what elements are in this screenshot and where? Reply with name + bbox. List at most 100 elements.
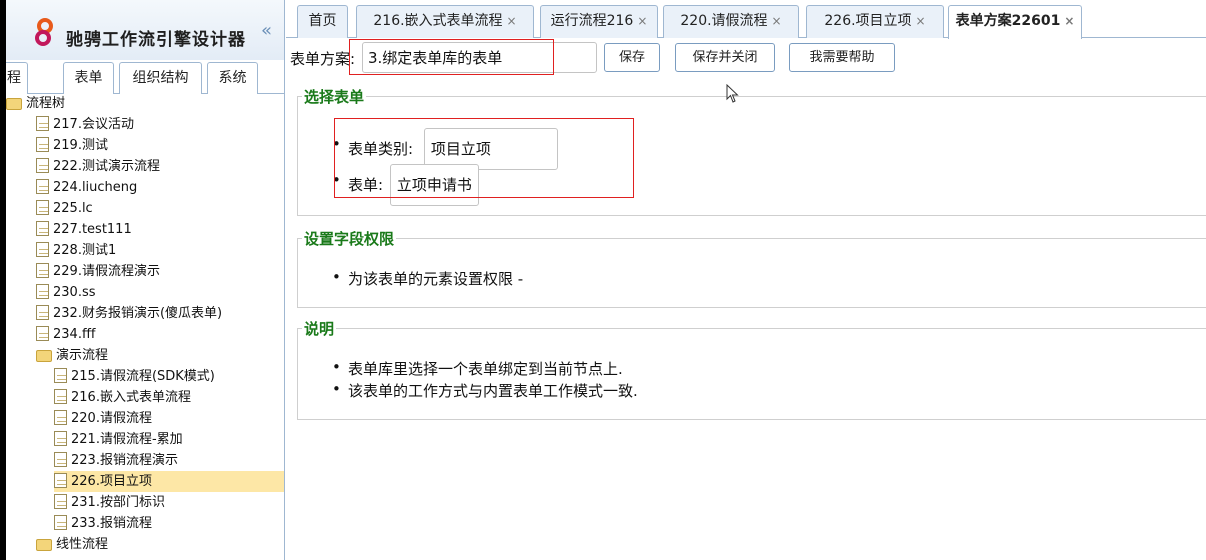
close-icon[interactable]: × xyxy=(507,14,517,28)
tree-item-label: 流程树 xyxy=(26,96,66,111)
tree-item-label: 219.测试 xyxy=(53,138,108,153)
file-icon xyxy=(36,116,49,131)
tab-0[interactable]: 首页 xyxy=(297,5,348,38)
tree-item-label: 229.请假流程演示 xyxy=(53,264,160,279)
tree-item[interactable]: 215.请假流程(SDK模式) xyxy=(54,366,215,387)
tree-item-label: 演示流程 xyxy=(56,348,109,363)
form-label: 表单: xyxy=(348,176,384,194)
tree-item[interactable]: 234.fff xyxy=(36,324,95,345)
file-icon xyxy=(36,200,49,215)
form-scheme-input[interactable] xyxy=(362,42,597,73)
field-permission-title: 设置字段权限 xyxy=(304,230,395,248)
collapse-sidebar-icon[interactable]: « xyxy=(261,20,272,41)
sidebar-tab-flow[interactable]: 程 xyxy=(6,62,28,94)
tree-item[interactable]: 226.项目立项 xyxy=(54,471,284,492)
tree-item-label: 233.报销流程 xyxy=(71,516,152,531)
tab-5[interactable]: 表单方案22601 × xyxy=(948,5,1082,39)
tab-label: 216.嵌入式表单流程 xyxy=(373,13,503,29)
tab-label: 运行流程216 xyxy=(550,13,634,29)
tree-item[interactable]: 229.请假流程演示 xyxy=(36,261,160,282)
file-icon xyxy=(36,326,49,341)
sidebar-tabs: 程 表单 组织结构 系统 xyxy=(6,62,284,94)
tree-item[interactable]: 228.测试1 xyxy=(36,240,116,261)
note-item: 表单库里选择一个表单绑定到当前节点上. xyxy=(332,358,623,379)
sidebar: 驰骋工作流引擎设计器 « 程 表单 组织结构 系统 流程树 217.会议活动 219… xyxy=(6,0,285,560)
tab-label: 表单方案22601 xyxy=(955,13,1061,29)
close-icon[interactable]: × xyxy=(637,14,647,28)
form-value[interactable]: 立项申请书 xyxy=(389,164,479,206)
tree-folder[interactable]: 流程树 xyxy=(6,93,65,114)
tree-item-label: 226.项目立项 xyxy=(71,474,152,489)
tab-1[interactable]: 216.嵌入式表单流程 × xyxy=(356,5,534,38)
file-icon xyxy=(36,263,49,278)
tree-item[interactable]: 219.测试 xyxy=(36,135,108,156)
tree-item[interactable]: 221.请假流程-累加 xyxy=(54,429,183,450)
file-icon xyxy=(54,389,67,404)
sidebar-tab-system[interactable]: 系统 xyxy=(207,62,258,94)
tree-item[interactable]: 233.报销流程 xyxy=(54,513,152,534)
tree-item[interactable]: 220.请假流程 xyxy=(54,408,152,429)
mouse-cursor-icon xyxy=(726,84,739,103)
file-icon xyxy=(54,410,67,425)
save-button[interactable]: 保存 xyxy=(604,43,660,72)
app-title: 驰骋工作流引擎设计器 xyxy=(66,30,246,50)
file-icon xyxy=(36,158,49,173)
close-icon[interactable]: × xyxy=(772,14,782,28)
file-icon xyxy=(36,242,49,257)
tree-item[interactable]: 227.test111 xyxy=(36,219,132,240)
select-form-title: 选择表单 xyxy=(304,88,365,106)
folder-icon xyxy=(6,98,22,110)
file-icon xyxy=(54,452,67,467)
tree-item-label: 228.测试1 xyxy=(53,243,117,258)
sidebar-tab-org[interactable]: 组织结构 xyxy=(119,62,202,94)
close-icon[interactable]: × xyxy=(916,14,926,28)
file-icon xyxy=(54,431,67,446)
tree-item[interactable]: 232.财务报销演示(傻瓜表单) xyxy=(36,303,222,324)
tree-item-label: 222.测试演示流程 xyxy=(53,159,160,174)
tree-item-label: 215.请假流程(SDK模式) xyxy=(71,369,215,384)
note-item: 该表单的工作方式与内置表单工作模式一致. xyxy=(332,380,638,401)
tab-2[interactable]: 运行流程216 × xyxy=(540,5,658,38)
tab-label: 220.请假流程 xyxy=(680,13,768,29)
form-scheme-label: 表单方案: xyxy=(290,50,356,68)
sidebar-header: 驰骋工作流引擎设计器 « xyxy=(6,0,284,60)
tree-item[interactable]: 225.lc xyxy=(36,198,93,219)
file-icon xyxy=(54,473,67,488)
tree-folder[interactable]: 演示流程 xyxy=(36,345,108,366)
save-close-button[interactable]: 保存并关闭 xyxy=(675,43,775,72)
tree-item[interactable]: 223.报销流程演示 xyxy=(54,450,178,471)
close-icon[interactable]: × xyxy=(1064,14,1074,28)
folder-icon xyxy=(36,350,52,362)
tree-item[interactable]: 217.会议活动 xyxy=(36,114,134,135)
file-icon xyxy=(54,368,67,383)
tab-bar: 首页 216.嵌入式表单流程 × 运行流程216 × 220.请假流程 × 226.项目立项 ×… xyxy=(286,0,1206,39)
tree-item-label: 224.liucheng xyxy=(53,180,138,195)
tree-item[interactable]: 230.ss xyxy=(36,282,96,303)
help-button[interactable]: 我需要帮助 xyxy=(789,43,895,72)
tree-item[interactable]: 216.嵌入式表单流程 xyxy=(54,387,191,408)
tree-item-label: 线性流程 xyxy=(56,537,109,552)
app-logo-icon xyxy=(35,18,53,46)
tree-item-label: 230.ss xyxy=(53,285,96,300)
tree-item-label: 221.请假流程-累加 xyxy=(71,432,183,447)
form-scheme-row: 表单方案: 保存 保存并关闭 我需要帮助 xyxy=(286,39,1206,76)
sidebar-tab-form[interactable]: 表单 xyxy=(63,62,114,94)
tree-item[interactable]: 231.按部门标识 xyxy=(54,492,165,513)
tree-item-label: 223.报销流程演示 xyxy=(71,453,178,468)
field-permission-link[interactable]: 为该表单的元素设置权限 - xyxy=(332,268,523,289)
tab-label: 首页 xyxy=(308,13,337,29)
tree-item[interactable]: 224.liucheng xyxy=(36,177,137,198)
folder-icon xyxy=(36,539,52,551)
tree-folder[interactable]: 线性流程 xyxy=(36,534,108,555)
form-row: 表单: 立项申请书 xyxy=(332,164,479,206)
tree-item[interactable]: 222.测试演示流程 xyxy=(36,156,160,177)
note-title: 说明 xyxy=(304,320,335,338)
file-icon xyxy=(36,221,49,236)
tab-4[interactable]: 226.项目立项 × xyxy=(806,5,944,38)
tree-item-label: 234.fff xyxy=(53,327,96,342)
tree-item-label: 225.lc xyxy=(53,201,93,216)
file-icon xyxy=(54,515,67,530)
file-icon xyxy=(36,179,49,194)
tab-label: 226.项目立项 xyxy=(824,13,912,29)
tab-3[interactable]: 220.请假流程 × xyxy=(663,5,799,38)
